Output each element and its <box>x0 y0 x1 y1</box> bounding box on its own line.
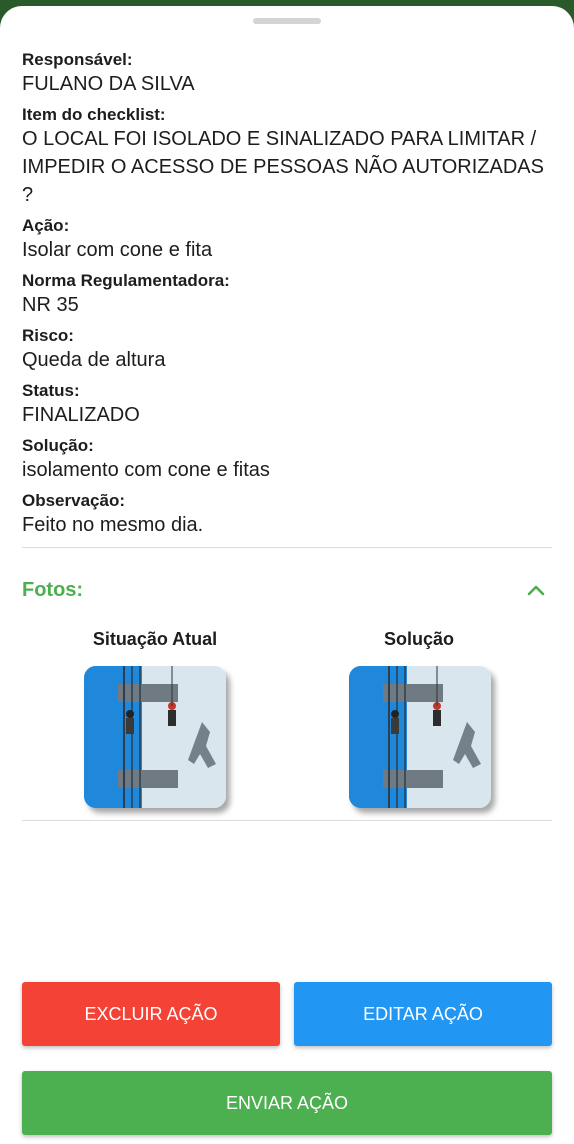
photo-solucao: Solução <box>344 628 494 808</box>
fotos-section-header[interactable]: Fotos: <box>22 576 552 604</box>
field-risco: Risco: Queda de altura <box>22 326 552 374</box>
photo-caption: Situação Atual <box>92 629 218 649</box>
action-details: Responsável: FULANO DA SILVA Item do che… <box>22 50 552 546</box>
send-action-button[interactable]: ENVIAR AÇÃO <box>22 1071 552 1135</box>
field-label: Solução: <box>22 436 94 455</box>
photo-situacao-atual: Situação Atual <box>80 628 230 808</box>
field-responsavel: Responsável: FULANO DA SILVA <box>22 50 552 98</box>
photo-caption: Solução <box>383 629 454 649</box>
field-label: Observação: <box>22 491 125 510</box>
field-value: Isolar com cone e fita <box>22 239 213 261</box>
drag-handle[interactable] <box>253 18 321 24</box>
field-solucao: Solução: isolamento com cone e fitas <box>22 436 552 484</box>
field-label: Norma Regulamentadora: <box>22 271 230 290</box>
divider <box>22 820 552 821</box>
edit-action-button[interactable]: EDITAR AÇÃO <box>294 982 552 1046</box>
field-label: Risco: <box>22 326 74 345</box>
field-label: Item do checklist: <box>22 105 166 124</box>
field-value: Queda de altura <box>22 349 166 371</box>
field-value: NR 35 <box>22 294 79 316</box>
bottom-sheet: Responsável: FULANO DA SILVA Item do che… <box>0 6 574 1144</box>
photo-thumbnail[interactable] <box>84 666 226 808</box>
field-acao: Ação: Isolar com cone e fita <box>22 216 552 264</box>
delete-action-button[interactable]: EXCLUIR AÇÃO <box>22 982 280 1046</box>
field-value: FINALIZADO <box>22 404 140 426</box>
divider <box>22 547 552 548</box>
field-label: Responsável: <box>22 50 133 69</box>
chevron-up-icon[interactable] <box>526 580 546 600</box>
field-value: isolamento com cone e fitas <box>22 459 270 481</box>
field-label: Status: <box>22 381 80 400</box>
field-value: FULANO DA SILVA <box>22 73 195 95</box>
field-value: O LOCAL FOI ISOLADO E SINALIZADO PARA LI… <box>22 128 544 206</box>
photo-thumbnail[interactable] <box>349 666 491 808</box>
fotos-title: Fotos: <box>22 579 84 601</box>
field-checklist-item: Item do checklist: O LOCAL FOI ISOLADO E… <box>22 105 552 209</box>
field-value: Feito no mesmo dia. <box>22 514 204 536</box>
field-status: Status: FINALIZADO <box>22 381 552 429</box>
field-norma: Norma Regulamentadora: NR 35 <box>22 271 552 319</box>
field-observacao: Observação: Feito no mesmo dia. <box>22 491 552 539</box>
field-label: Ação: <box>22 216 70 235</box>
